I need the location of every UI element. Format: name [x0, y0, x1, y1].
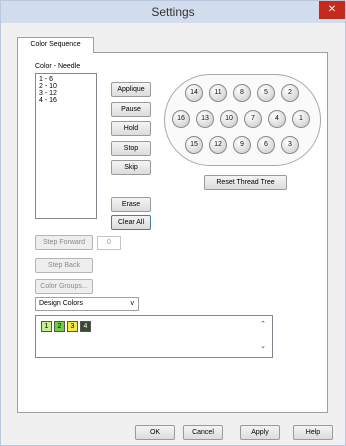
reset-thread-tree-button[interactable]: Reset Thread Tree	[204, 175, 287, 190]
clear-all-button[interactable]: Clear All	[111, 215, 151, 230]
applique-button[interactable]: Applique	[111, 82, 151, 97]
thread-tree: 14 11 8 5 2 16 13 10 7 4 1 15 12 9 6 3	[164, 74, 321, 166]
window-title: Settings	[151, 5, 195, 19]
needle-4[interactable]: 4	[268, 110, 286, 128]
needle-13[interactable]: 13	[196, 110, 214, 128]
needle-9[interactable]: 9	[233, 136, 251, 154]
color-swatch[interactable]: 2	[54, 321, 65, 332]
color-needle-list[interactable]: 1 - 6 2 - 10 3 - 12 4 - 16	[35, 73, 97, 219]
color-swatch[interactable]: 4	[80, 321, 91, 332]
needle-12[interactable]: 12	[209, 136, 227, 154]
list-item[interactable]: 3 - 12	[39, 90, 93, 97]
settings-window: Settings ✕ Color Sequence Color - Needle…	[0, 0, 346, 446]
erase-button[interactable]: Erase	[111, 197, 151, 212]
apply-button[interactable]: Apply	[240, 425, 280, 440]
needle-6[interactable]: 6	[257, 136, 275, 154]
list-item[interactable]: 4 - 16	[39, 97, 93, 104]
stop-button[interactable]: Stop	[111, 141, 151, 156]
needle-2[interactable]: 2	[281, 84, 299, 102]
close-icon[interactable]: ✕	[319, 1, 345, 19]
color-needle-label: Color - Needle	[35, 63, 81, 70]
design-colors-value: Design Colors	[39, 300, 83, 307]
color-swatch[interactable]: 1	[41, 321, 52, 332]
pause-button[interactable]: Pause	[111, 102, 151, 117]
color-swatch-list[interactable]: 1 2 3 4 ⌃ ⌄	[35, 315, 273, 358]
needle-16[interactable]: 16	[172, 110, 190, 128]
needle-8[interactable]: 8	[233, 84, 251, 102]
scroll-down-icon[interactable]: ⌄	[260, 342, 266, 350]
cancel-button[interactable]: Cancel	[183, 425, 223, 440]
color-groups-button[interactable]: Color Groups...	[35, 279, 93, 294]
tab-color-sequence[interactable]: Color Sequence	[17, 37, 94, 53]
chevron-down-icon: v	[130, 300, 135, 307]
needle-11[interactable]: 11	[209, 84, 227, 102]
step-count-input[interactable]: 0	[97, 236, 121, 250]
needle-5[interactable]: 5	[257, 84, 275, 102]
needle-7[interactable]: 7	[244, 110, 262, 128]
skip-button[interactable]: Skip	[111, 160, 151, 175]
needle-14[interactable]: 14	[185, 84, 203, 102]
needle-1[interactable]: 1	[292, 110, 310, 128]
list-item[interactable]: 2 - 10	[39, 83, 93, 90]
ok-button[interactable]: OK	[135, 425, 175, 440]
hold-button[interactable]: Hold	[111, 121, 151, 136]
help-button[interactable]: Help	[293, 425, 333, 440]
list-item[interactable]: 1 - 6	[39, 76, 93, 83]
color-swatch[interactable]: 3	[67, 321, 78, 332]
needle-3[interactable]: 3	[281, 136, 299, 154]
step-forward-button[interactable]: Step Forward	[35, 235, 93, 250]
needle-10[interactable]: 10	[220, 110, 238, 128]
scroll-up-icon[interactable]: ⌃	[260, 320, 266, 328]
needle-15[interactable]: 15	[185, 136, 203, 154]
design-colors-select[interactable]: Design Colors v	[35, 297, 139, 311]
title-bar: Settings ✕	[1, 1, 345, 23]
step-back-button[interactable]: Step Back	[35, 258, 93, 273]
